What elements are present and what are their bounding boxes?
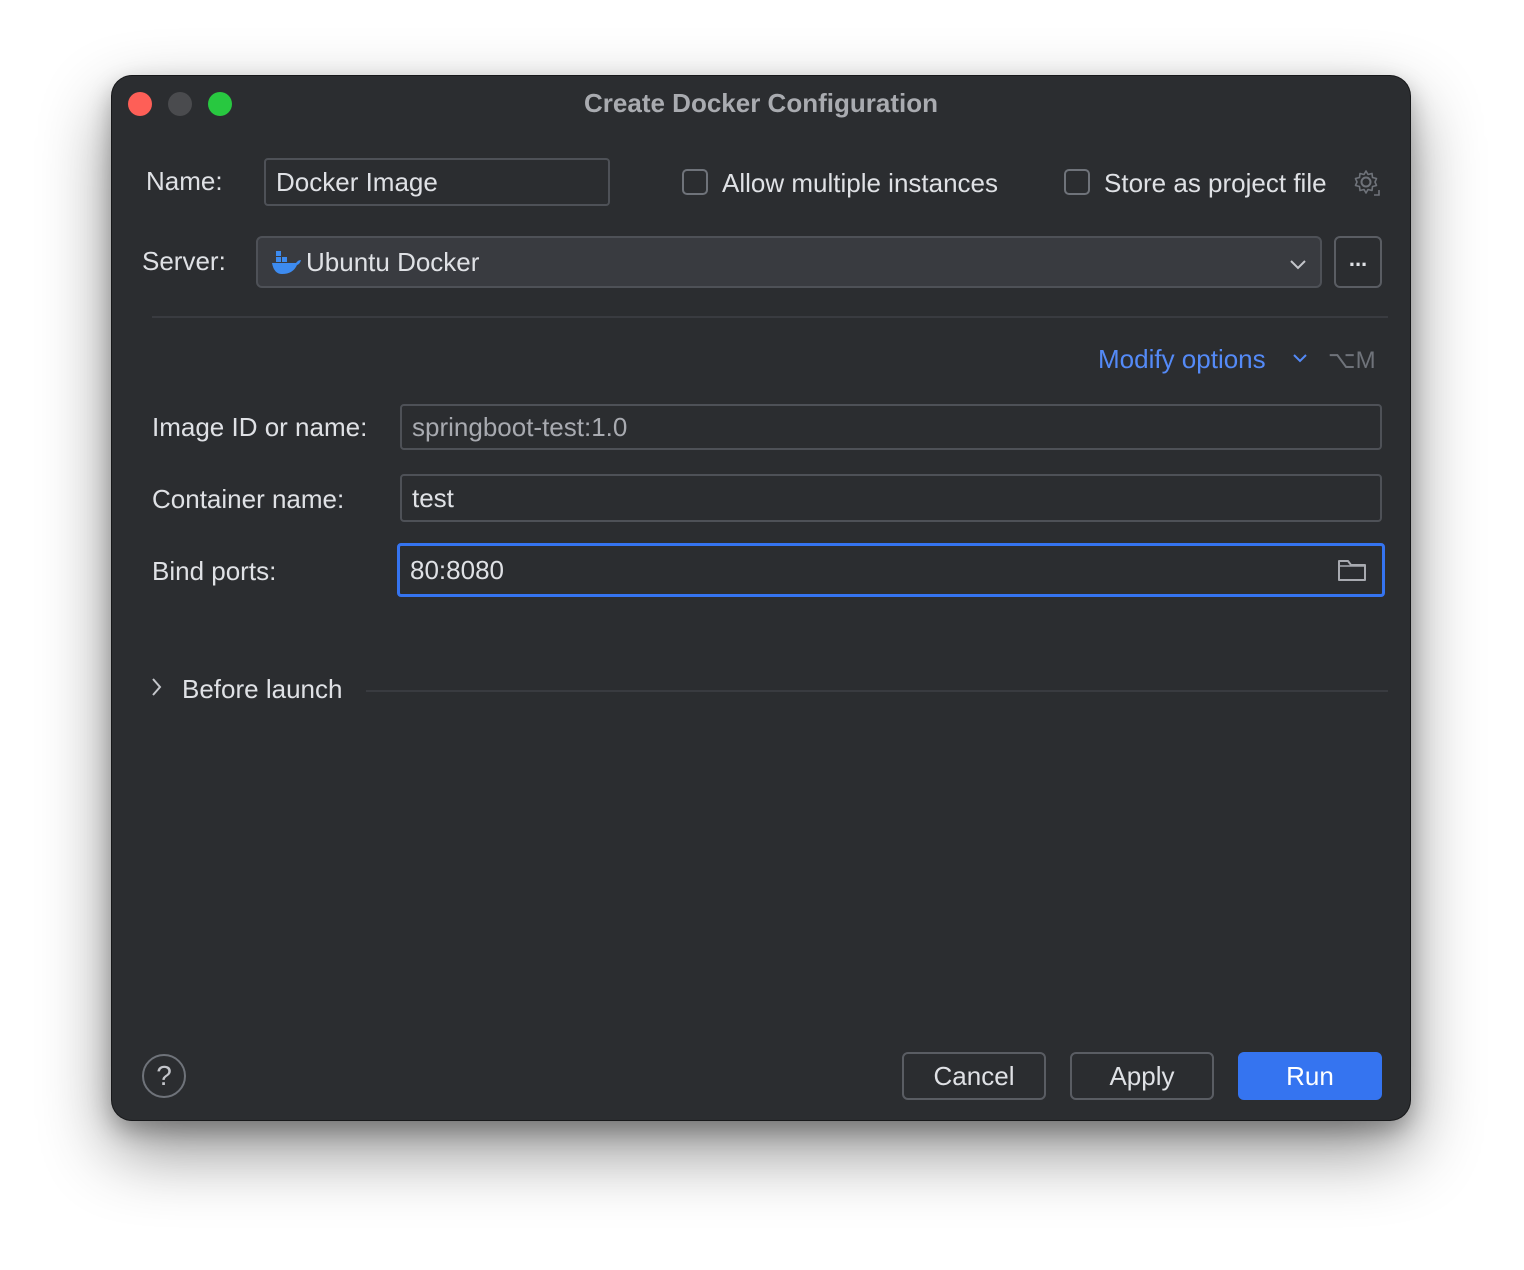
name-input-value: Docker Image	[276, 166, 438, 197]
title-bar: Create Docker Configuration	[112, 76, 1410, 132]
cancel-button[interactable]: Cancel	[902, 1052, 1046, 1100]
ports-input[interactable]: 80:8080	[397, 543, 1385, 597]
allow-multiple-checkbox[interactable]	[682, 169, 708, 195]
gear-icon[interactable]	[1352, 168, 1382, 198]
ports-input-value: 80:8080	[410, 554, 504, 585]
help-icon[interactable]: ?	[142, 1054, 186, 1098]
server-combobox[interactable]: Ubuntu Docker	[256, 236, 1322, 288]
dialog-window: Create Docker Configuration Name: Docker…	[112, 76, 1410, 1120]
container-input-value: test	[412, 482, 454, 513]
before-launch-divider	[366, 690, 1388, 692]
apply-button[interactable]: Apply	[1070, 1052, 1214, 1100]
server-more-button[interactable]: ...	[1334, 236, 1382, 288]
store-project-checkbox[interactable]	[1064, 169, 1090, 195]
container-label: Container name:	[152, 484, 345, 514]
name-input[interactable]: Docker Image	[264, 158, 610, 206]
chevron-down-icon	[1290, 260, 1306, 270]
modify-options-chevron-icon[interactable]	[1290, 348, 1310, 368]
before-launch-toggle[interactable]: Before launch	[182, 674, 342, 705]
folder-icon[interactable]	[1337, 557, 1367, 583]
image-input[interactable]: springboot-test:1.0	[400, 404, 1382, 450]
modify-options-shortcut: ⌥M	[1328, 347, 1376, 374]
container-input[interactable]: test	[400, 474, 1382, 522]
ports-label: Bind ports:	[152, 556, 277, 586]
run-button[interactable]: Run	[1238, 1052, 1382, 1100]
server-value: Ubuntu Docker	[306, 247, 480, 277]
name-label: Name:	[146, 166, 223, 196]
image-label: Image ID or name:	[152, 412, 368, 442]
docker-icon	[272, 251, 301, 274]
window-title: Create Docker Configuration	[584, 88, 938, 118]
section-divider	[152, 316, 1388, 318]
image-input-value: springboot-test:1.0	[412, 411, 628, 442]
chevron-right-icon[interactable]	[148, 676, 166, 698]
modify-options-link[interactable]: Modify options	[1098, 344, 1266, 375]
store-project-label: Store as project file	[1104, 168, 1327, 198]
allow-multiple-label: Allow multiple instances	[722, 168, 999, 198]
server-label: Server:	[142, 246, 226, 276]
